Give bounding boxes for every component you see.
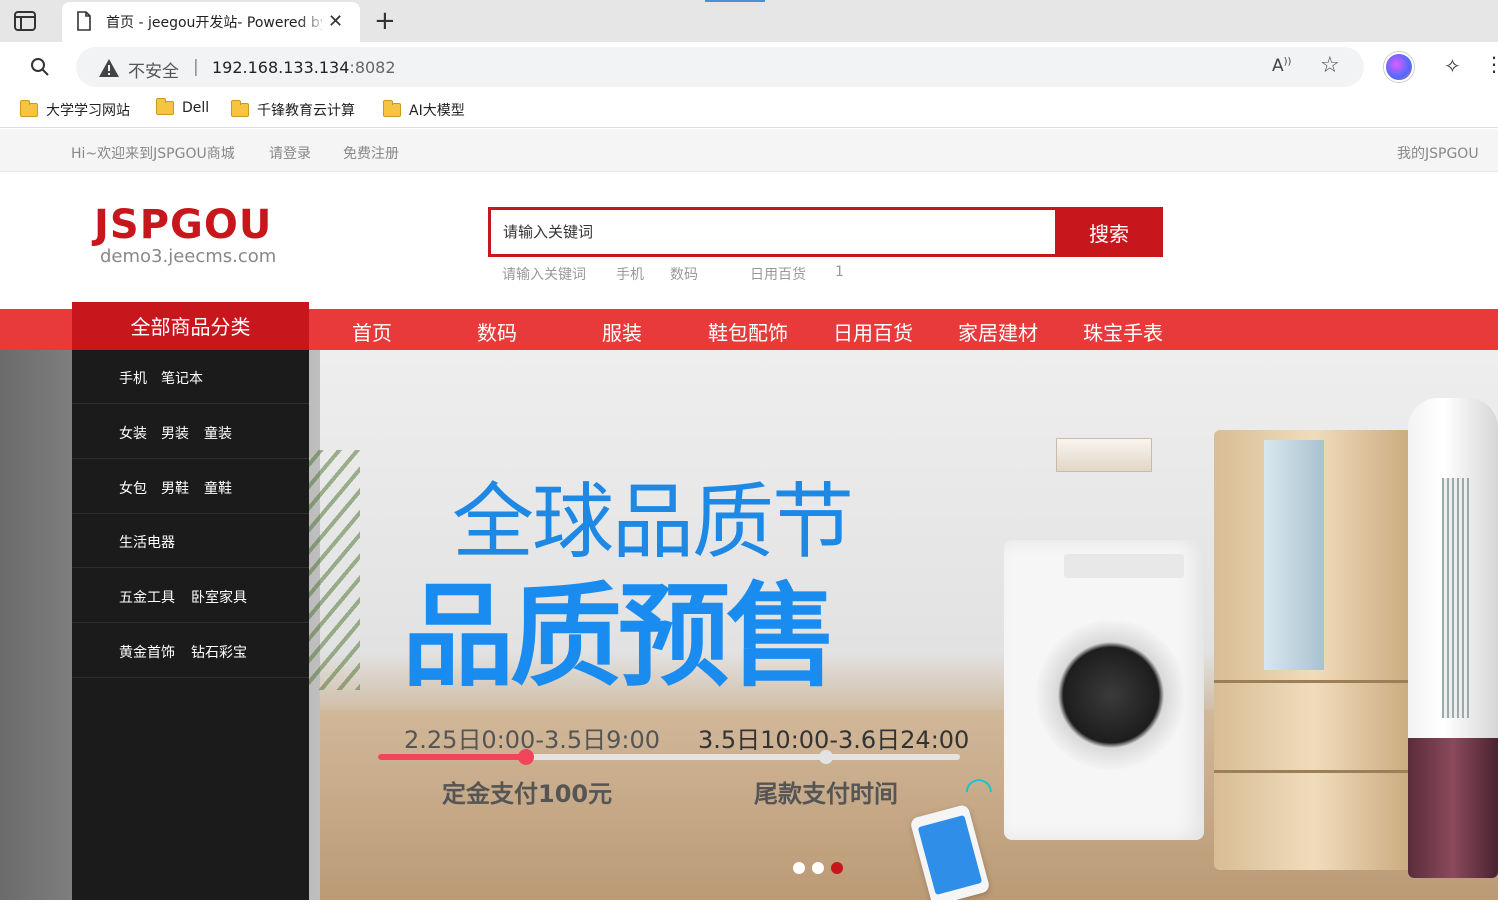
tab-title: 首页 - jeegou开发站- Powered by — [106, 15, 322, 31]
nav-item-digital[interactable]: 数码 — [477, 317, 517, 346]
category-link[interactable]: 男鞋 — [161, 478, 189, 498]
balance-period: 3.5日10:00-3.6日24:00 — [698, 726, 970, 754]
category-link[interactable]: 男装 — [161, 423, 189, 443]
bookmark-folder[interactable]: 大学学习网站 — [20, 100, 130, 120]
read-aloud-icon[interactable]: A)) — [1272, 56, 1291, 76]
my-account-link[interactable]: 我的JSPGOU — [1397, 143, 1479, 163]
nav-item-clothing[interactable]: 服装 — [602, 317, 642, 346]
refrigerator-image — [1214, 430, 1414, 870]
tab-actions-icon[interactable] — [14, 11, 36, 31]
nav-item-daily-goods[interactable]: 日用百货 — [833, 317, 913, 346]
all-categories-header[interactable]: 全部商品分类 — [72, 302, 309, 350]
nav-item-home-building[interactable]: 家居建材 — [958, 317, 1038, 346]
new-tab-button[interactable]: + — [374, 6, 396, 36]
folder-icon — [156, 98, 174, 115]
login-link[interactable]: 请登录 — [269, 143, 311, 163]
extensions-icon[interactable]: ✧ — [1444, 54, 1461, 78]
search-button[interactable]: 搜索 — [1055, 207, 1163, 257]
site-logo[interactable]: JSPGOU demo3.jeecms.com — [94, 202, 276, 267]
browser-tab[interactable]: 首页 - jeegou开发站- Powered by ✕ — [62, 2, 360, 42]
category-row[interactable]: 五金工具 卧室家具 — [72, 569, 309, 623]
category-menu: 手机 笔记本 女装 男装 童装 女包 男鞋 童鞋 生活电器 五金工具 卧室家具 … — [72, 350, 309, 900]
category-link[interactable]: 生活电器 — [119, 532, 175, 552]
carousel-dots — [793, 862, 843, 874]
nav-item-jewelry-watches[interactable]: 珠宝手表 — [1083, 317, 1163, 346]
balance-label: 尾款支付时间 — [754, 780, 898, 808]
deposit-label: 定金支付100元 — [442, 780, 613, 808]
category-row[interactable]: 生活电器 — [72, 514, 309, 568]
air-conditioner-image — [1408, 398, 1498, 878]
url-text[interactable]: 192.168.133.134:8082 — [212, 58, 396, 77]
hot-word-link[interactable]: 手机 — [616, 264, 644, 284]
warning-icon[interactable] — [98, 58, 120, 78]
category-row[interactable]: 手机 笔记本 — [72, 350, 309, 404]
bookmark-folder[interactable]: AI大模型 — [383, 100, 465, 120]
banner-main-headline: 品质预售 — [402, 572, 838, 702]
timeline-marker-active — [518, 749, 534, 765]
search-box: 搜索 — [488, 207, 1163, 257]
wifi-icon: ◠ — [964, 770, 994, 810]
hot-word-link[interactable]: 数码 — [670, 264, 698, 284]
category-link[interactable]: 童装 — [204, 423, 232, 443]
carousel-dot-active[interactable] — [831, 862, 843, 874]
deposit-period: 2.25日0:00-3.5日9:00 — [404, 726, 661, 754]
bookmark-folder[interactable]: Dell — [156, 98, 209, 116]
bookmark-folder[interactable]: 千锋教育云计算 — [231, 100, 355, 120]
folder-icon — [383, 100, 401, 117]
plant-decoration — [300, 450, 360, 690]
category-row[interactable]: 黄金首饰 钻石彩宝 — [72, 624, 309, 678]
timeline-progress — [378, 754, 528, 760]
logo-domain: demo3.jeecms.com — [100, 246, 277, 267]
browser-toolbar: 不安全 | 192.168.133.134:8082 A)) ☆ ✧ ⋮ — [0, 42, 1498, 92]
folder-icon — [20, 100, 38, 117]
search-icon[interactable] — [30, 57, 50, 77]
category-row[interactable]: 女装 男装 童装 — [72, 405, 309, 459]
welcome-text: Hi~欢迎来到JSPGOU商城 — [71, 146, 235, 162]
logo-brand: JSPGOU — [94, 202, 273, 248]
carousel-dot[interactable] — [793, 862, 805, 874]
hot-word-link[interactable]: 1 — [835, 264, 844, 280]
category-link[interactable]: 黄金首饰 — [119, 642, 175, 662]
hot-word-link[interactable]: 日用百货 — [750, 264, 806, 284]
category-link[interactable]: 女装 — [119, 423, 147, 443]
category-link[interactable]: 童鞋 — [204, 478, 232, 498]
hot-word-link[interactable]: 请输入关键词 — [502, 264, 586, 284]
page-icon — [77, 11, 91, 31]
nav-item-home[interactable]: 首页 — [352, 317, 392, 346]
category-link[interactable]: 笔记本 — [161, 368, 203, 388]
category-link[interactable]: 卧室家具 — [191, 587, 247, 607]
category-link[interactable]: 五金工具 — [119, 587, 175, 607]
shelf-decoration — [1056, 438, 1152, 472]
category-link[interactable]: 手机 — [119, 368, 147, 388]
browser-tabbar: 首页 - jeegou开发站- Powered by ✕ + — [0, 0, 1498, 42]
category-link[interactable]: 女包 — [119, 478, 147, 498]
site-topbar: Hi~欢迎来到JSPGOU商城 请登录 免费注册 我的JSPGOU — [0, 129, 1498, 172]
timeline-marker — [819, 750, 833, 764]
folder-icon — [231, 100, 249, 117]
washing-machine-image — [1004, 540, 1204, 840]
profile-avatar[interactable] — [1384, 52, 1414, 82]
close-tab-icon[interactable]: ✕ — [328, 11, 343, 32]
browser-menu-icon[interactable]: ⋮ — [1484, 52, 1498, 76]
register-link[interactable]: 免费注册 — [343, 143, 399, 163]
security-label[interactable]: 不安全 — [128, 57, 179, 82]
nav-item-shoes-bags[interactable]: 鞋包配饰 — [708, 317, 788, 346]
bookmarks-bar: 大学学习网站 Dell 千锋教育云计算 AI大模型 — [0, 92, 1498, 128]
tabbar-accent — [705, 0, 765, 2]
carousel-dot[interactable] — [812, 862, 824, 874]
address-bar[interactable]: 不安全 | 192.168.133.134:8082 A)) ☆ — [76, 47, 1364, 87]
favorite-star-icon[interactable]: ☆ — [1320, 53, 1340, 78]
category-link[interactable]: 钻石彩宝 — [191, 642, 247, 662]
category-row[interactable]: 女包 男鞋 童鞋 — [72, 460, 309, 514]
search-input[interactable] — [503, 220, 1043, 244]
